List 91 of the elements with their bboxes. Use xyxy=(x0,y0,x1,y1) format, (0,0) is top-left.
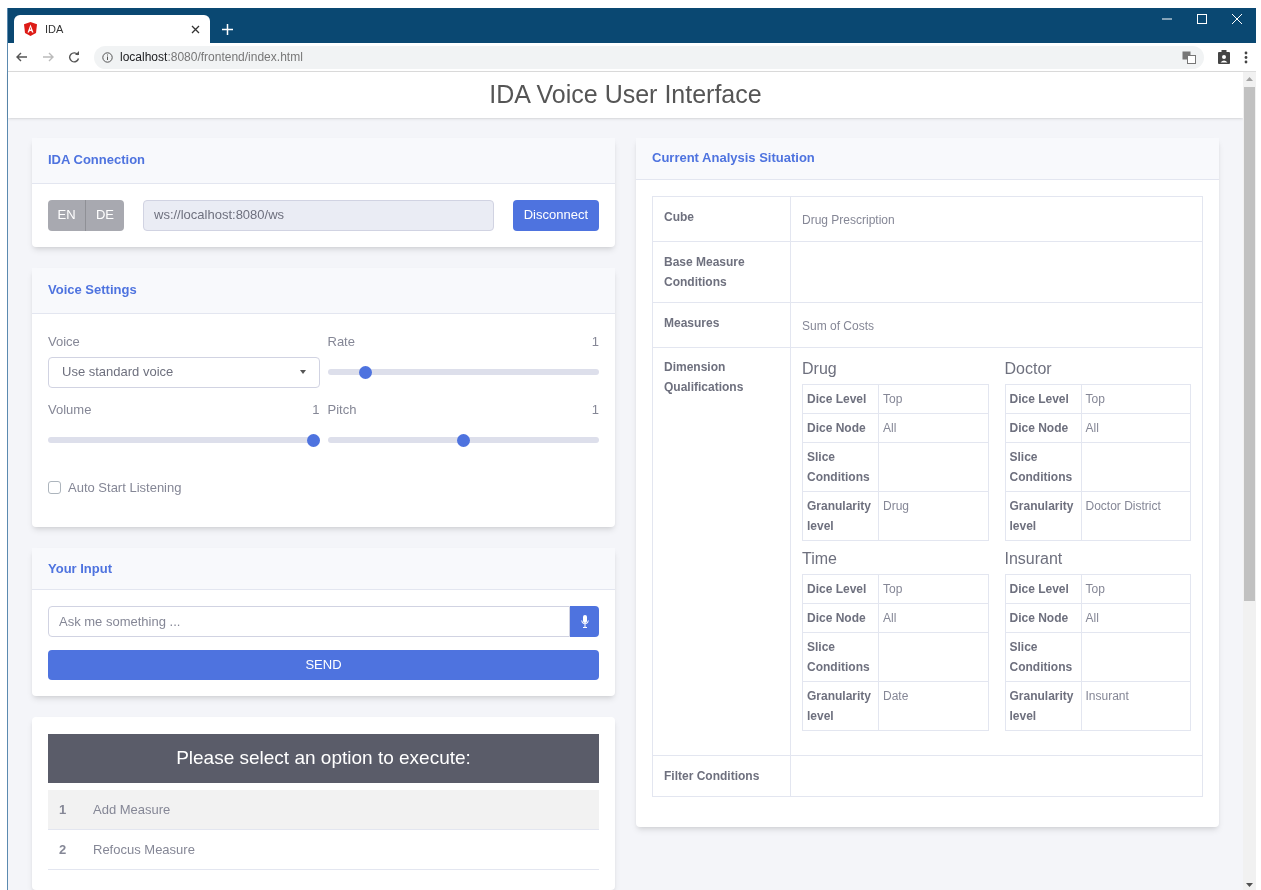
cell-value: Top xyxy=(883,391,903,406)
cell-label: Slice Conditions xyxy=(807,449,870,484)
cell-label: Dice Level xyxy=(807,391,867,406)
row-value: Drug Prescription xyxy=(802,212,895,227)
cell-value: Insurant xyxy=(1085,688,1129,703)
back-icon[interactable] xyxy=(16,51,28,63)
checkbox-label: Auto Start Listening xyxy=(68,478,182,497)
row-value: Sum of Costs xyxy=(802,318,875,333)
shield-logo-icon xyxy=(24,22,37,36)
scroll-down-icon[interactable] xyxy=(1246,883,1253,887)
reload-icon[interactable] xyxy=(68,51,80,63)
cell-label: Granularity level xyxy=(1009,498,1074,533)
address-bar[interactable]: localhost:8080/frontend/index.html xyxy=(94,45,1204,69)
slider-label: Pitch xyxy=(327,400,357,418)
url-text: localhost:8080/frontend/index.html xyxy=(120,49,303,66)
close-icon[interactable] xyxy=(191,24,200,34)
card-title: IDA Connection xyxy=(48,151,145,170)
cell-value: Date xyxy=(883,688,909,703)
option-number: 1 xyxy=(59,800,68,819)
row-label: Cube xyxy=(664,209,694,224)
clipboard-icon[interactable] xyxy=(1218,50,1230,64)
language-button[interactable]: DE xyxy=(86,199,124,231)
cell-value: Top xyxy=(1085,581,1105,596)
dimension-title: Drug xyxy=(802,358,838,379)
browser-tab[interactable]: IDA xyxy=(14,15,210,43)
cell-label: Dice Level xyxy=(1009,581,1069,596)
dropdown-value: Use standard voice xyxy=(62,363,175,382)
slider-reading: 1 xyxy=(312,400,320,418)
cell-label: Dice Node xyxy=(1009,420,1069,435)
question-input[interactable]: Ask me something ... xyxy=(48,606,570,637)
cell-value: All xyxy=(1085,420,1099,435)
slider-reading: 1 xyxy=(591,400,599,418)
cell-label: Dice Node xyxy=(807,420,866,435)
disconnect-button[interactable]: Disconnect xyxy=(512,199,599,231)
cell-label: Granularity level xyxy=(1009,688,1074,723)
dimension-title: Time xyxy=(802,548,838,569)
cell-value: All xyxy=(883,610,897,625)
option-label: Refocus Measure xyxy=(93,840,195,859)
cell-value: All xyxy=(883,420,897,435)
row-label: Dimension Qualifications xyxy=(664,359,744,394)
cell-label: Dice Node xyxy=(807,610,866,625)
cell-value: Doctor District xyxy=(1085,498,1161,513)
send-button[interactable]: SEND xyxy=(48,650,599,680)
microphone-icon xyxy=(580,615,589,628)
language-button[interactable]: EN xyxy=(48,199,86,231)
slider-reading: 1 xyxy=(591,332,599,350)
scroll-up-icon[interactable] xyxy=(1246,77,1253,81)
tab-title: IDA xyxy=(45,21,65,37)
option-label: Add Measure xyxy=(93,800,171,819)
page-title: IDA Voice User Interface xyxy=(489,79,762,110)
field-label: Voice xyxy=(48,332,81,350)
slider-thumb[interactable] xyxy=(306,433,320,447)
new-tab-icon[interactable] xyxy=(222,24,233,35)
slider-thumb[interactable] xyxy=(358,365,372,379)
checkbox[interactable] xyxy=(48,480,61,494)
card-title: Your Input xyxy=(48,559,113,578)
scrollbar[interactable] xyxy=(1243,72,1256,890)
info-icon xyxy=(102,51,113,63)
caret-icon xyxy=(299,370,306,374)
options-heading: Please select an option to execute: xyxy=(176,746,471,771)
menu-icon[interactable] xyxy=(1244,50,1248,64)
cell-label: Dice Level xyxy=(1009,391,1069,406)
cell-label: Granularity level xyxy=(807,498,872,533)
cell-label: Slice Conditions xyxy=(1009,639,1073,674)
row-label: Base Measure Conditions xyxy=(664,254,745,289)
card-title: Voice Settings xyxy=(48,281,137,300)
row-label: Filter Conditions xyxy=(664,768,760,783)
scroll-thumb[interactable] xyxy=(1244,87,1255,601)
card-title: Current Analysis Situation xyxy=(652,149,815,168)
cell-value: All xyxy=(1085,610,1099,625)
cell-label: Dice Level xyxy=(807,581,867,596)
dimension-title: Insurant xyxy=(1004,548,1064,569)
maximize-icon[interactable] xyxy=(1197,14,1207,24)
dimension-title: Doctor xyxy=(1004,358,1053,379)
cell-label: Slice Conditions xyxy=(1009,449,1073,484)
cell-label: Dice Node xyxy=(1009,610,1069,625)
row-label: Measures xyxy=(664,315,720,330)
cell-value: Drug xyxy=(883,498,909,513)
server-url-field[interactable]: ws://localhost:8080/ws xyxy=(143,199,494,231)
option-number: 2 xyxy=(59,840,68,859)
cell-label: Slice Conditions xyxy=(807,639,870,674)
microphone-button[interactable] xyxy=(570,606,599,637)
voice-dropdown[interactable]: Use standard voice xyxy=(48,356,320,388)
translate-icon[interactable] xyxy=(1182,50,1196,64)
slider-thumb[interactable] xyxy=(456,433,470,447)
slider-label: Volume xyxy=(48,400,92,418)
slider-label: Rate xyxy=(327,332,355,350)
cell-value: Top xyxy=(883,581,903,596)
cell-value: Top xyxy=(1085,391,1105,406)
cell-label: Granularity level xyxy=(807,688,872,723)
option-row[interactable]: 1 Add Measure xyxy=(48,790,599,830)
